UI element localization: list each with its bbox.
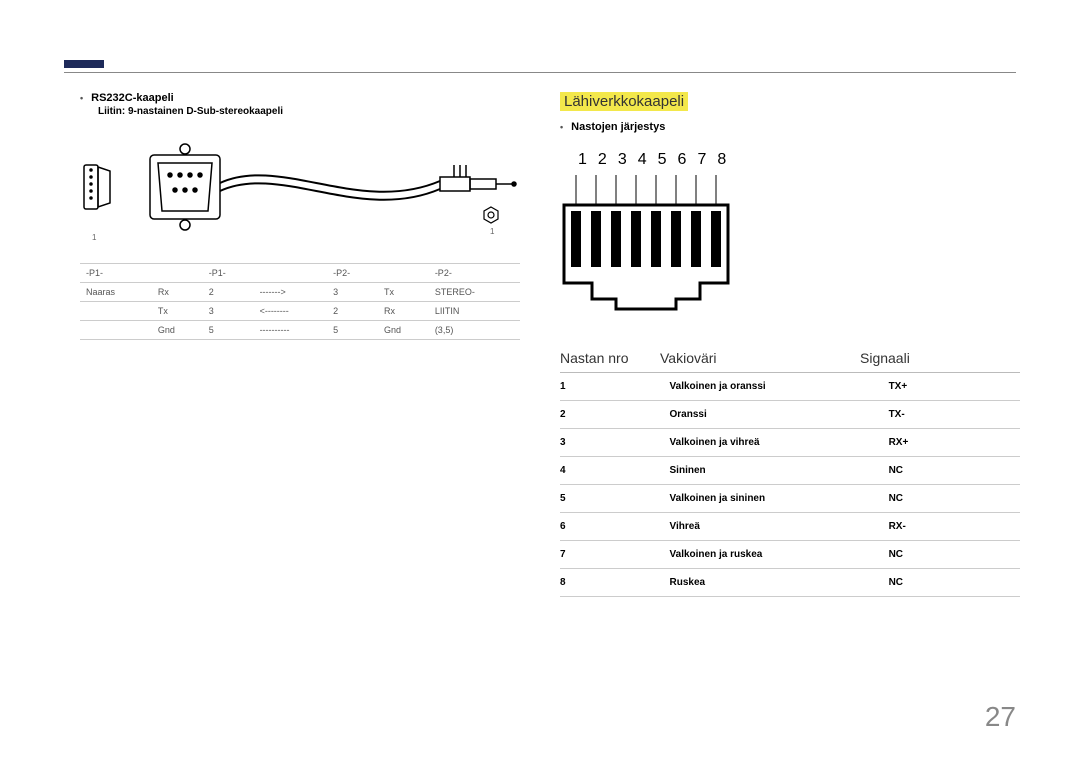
lan-th-color: Vakioväri: [660, 350, 860, 366]
bullet-icon: •: [560, 122, 563, 132]
rs232-h3: -P2-: [327, 264, 378, 283]
rs232-h4: -P2-: [429, 264, 520, 283]
right-column: Lähiverkkokaapeli • Nastojen järjestys 1…: [560, 92, 1020, 597]
lan-table-header: Nastan nro Vakioväri Signaali: [560, 350, 1020, 373]
rs232-row: Naaras Rx 2 -------> 3 Tx STEREO-: [80, 283, 520, 302]
header-divider: [64, 72, 1016, 73]
lan-table: 1Valkoinen ja oranssiTX+2OranssiTX-3Valk…: [560, 373, 1020, 597]
diagram-label-1b: 1: [92, 233, 96, 242]
page-number: 27: [985, 701, 1016, 733]
rs232-h0: -P1-: [80, 264, 152, 283]
lan-heading: Lähiverkkokaapeli: [560, 92, 688, 111]
rj45-diagram: [560, 175, 780, 315]
lan-row: 5Valkoinen ja sininenNC: [560, 485, 1020, 513]
pinorder-text: Nastojen järjestys: [571, 121, 665, 133]
pin-num: 7: [697, 151, 706, 169]
pin-num: 6: [678, 151, 687, 169]
rs232-row: Gnd 5 ---------- 5 Gnd (3,5): [80, 321, 520, 340]
rs232-subtitle: Liitin: 9-nastainen D-Sub-stereokaapeli: [98, 106, 520, 117]
lan-row: 6VihreäRX-: [560, 513, 1020, 541]
left-column: • RS232C-kaapeli Liitin: 9-nastainen D-S…: [80, 92, 520, 340]
pin-num: 3: [618, 151, 627, 169]
pin-numbers: 1 2 3 4 5 6 7 8: [578, 151, 1020, 169]
bullet-icon: •: [80, 93, 83, 103]
lan-row: 4SininenNC: [560, 457, 1020, 485]
lan-row: 2OranssiTX-: [560, 401, 1020, 429]
lan-th-signal: Signaali: [860, 350, 980, 366]
rs232-title-line: • RS232C-kaapeli: [80, 92, 520, 104]
pin-num: 8: [717, 151, 726, 169]
rs232-title: RS232C-kaapeli: [91, 92, 174, 104]
lan-row: 1Valkoinen ja oranssiTX+: [560, 373, 1020, 401]
rs232-h1: -P1-: [203, 264, 254, 283]
diagram-label-1a: 1: [490, 227, 494, 236]
header-accent: [64, 60, 104, 68]
pin-num: 4: [638, 151, 647, 169]
lan-row: 3Valkoinen ja vihreäRX+: [560, 429, 1020, 457]
rs232-table: -P1- -P1- -P2- -P2- Naaras Rx 2 ------->…: [80, 263, 520, 340]
pin-num: 2: [598, 151, 607, 169]
pin-num: 5: [658, 151, 667, 169]
lan-row: 8RuskeaNC: [560, 569, 1020, 597]
pinorder-line: • Nastojen järjestys: [560, 121, 1020, 133]
rs232-row: Tx 3 <-------- 2 Rx LIITIN: [80, 302, 520, 321]
lan-th-pin: Nastan nro: [560, 350, 660, 366]
rs232-header-row: -P1- -P1- -P2- -P2-: [80, 264, 520, 283]
rs232-diagram: 1 1: [80, 135, 520, 255]
pin-num: 1: [578, 151, 587, 169]
lan-row: 7Valkoinen ja ruskeaNC: [560, 541, 1020, 569]
